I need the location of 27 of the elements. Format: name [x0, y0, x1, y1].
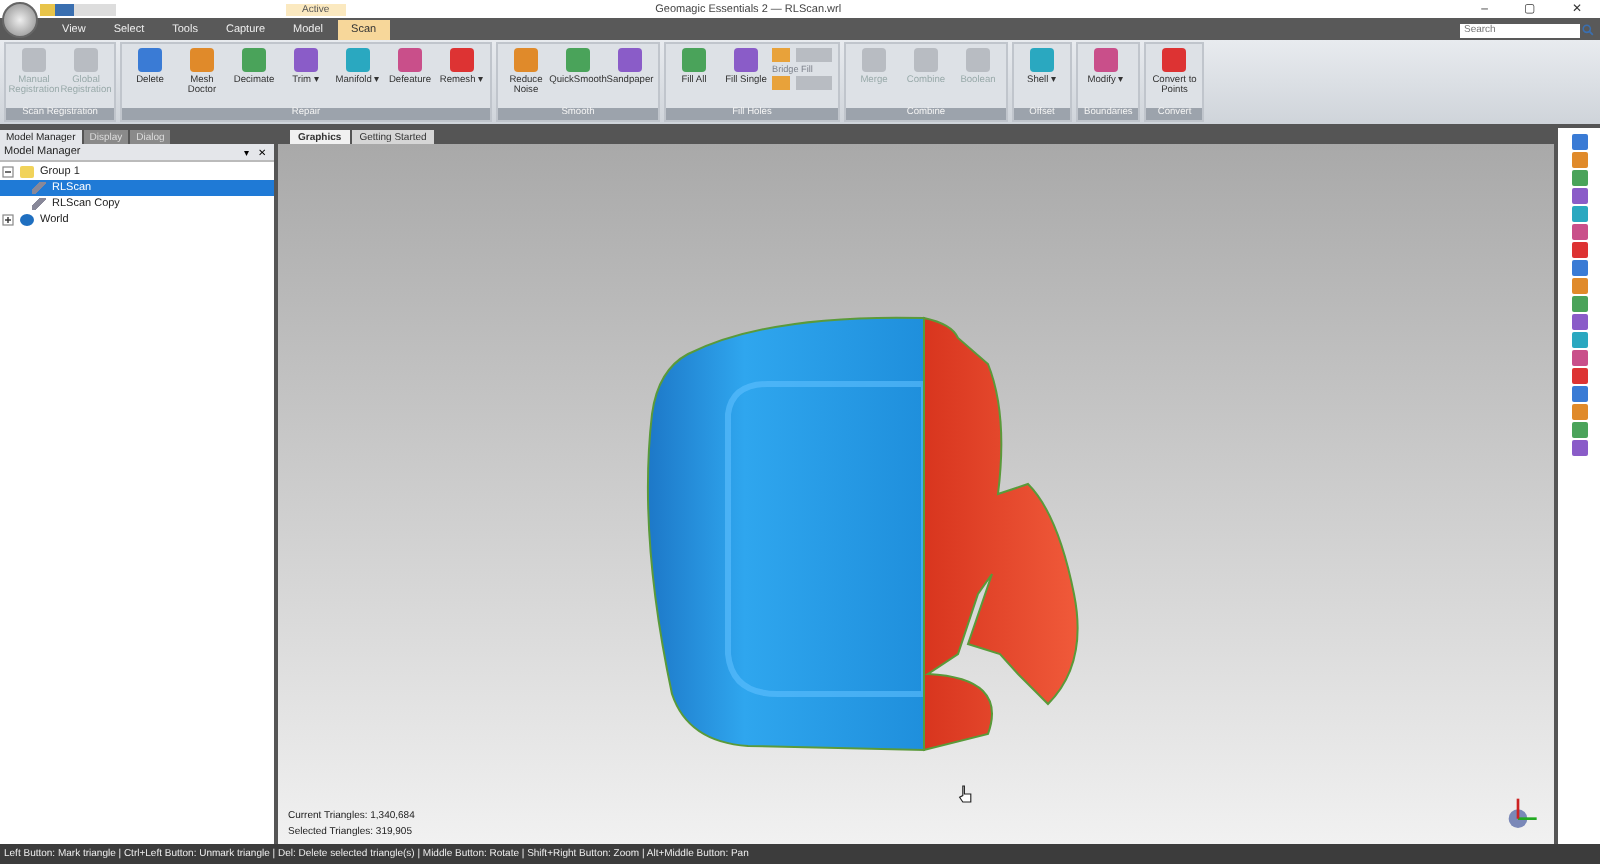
tool-icon — [346, 48, 370, 72]
tool-icon — [1094, 48, 1118, 72]
tool-icon — [966, 48, 990, 72]
hand-cursor-icon — [958, 784, 974, 804]
expand-icon[interactable] — [2, 214, 14, 226]
tool-icon — [190, 48, 214, 72]
tool-icon — [734, 48, 758, 72]
globe-icon — [20, 214, 34, 226]
tool-icon — [74, 48, 98, 72]
tool-icon — [1030, 48, 1054, 72]
tool-icon — [22, 48, 46, 72]
collapse-icon[interactable] — [2, 166, 14, 178]
tool-icon — [242, 48, 266, 72]
tool-icon — [566, 48, 590, 72]
tool-icon — [450, 48, 474, 72]
tool-icon — [1162, 48, 1187, 72]
app-logo-icon[interactable] — [2, 2, 38, 38]
tool-icon — [138, 48, 162, 72]
tool-icon — [398, 48, 422, 72]
tool-icon — [618, 48, 642, 72]
tool-icon — [862, 48, 886, 72]
quick-access-toolbar[interactable] — [40, 3, 116, 15]
tool-icon — [514, 48, 538, 72]
tool-icon — [914, 48, 938, 72]
tool-icon — [682, 48, 706, 72]
tool-icon — [294, 48, 318, 72]
folder-icon — [20, 166, 34, 178]
